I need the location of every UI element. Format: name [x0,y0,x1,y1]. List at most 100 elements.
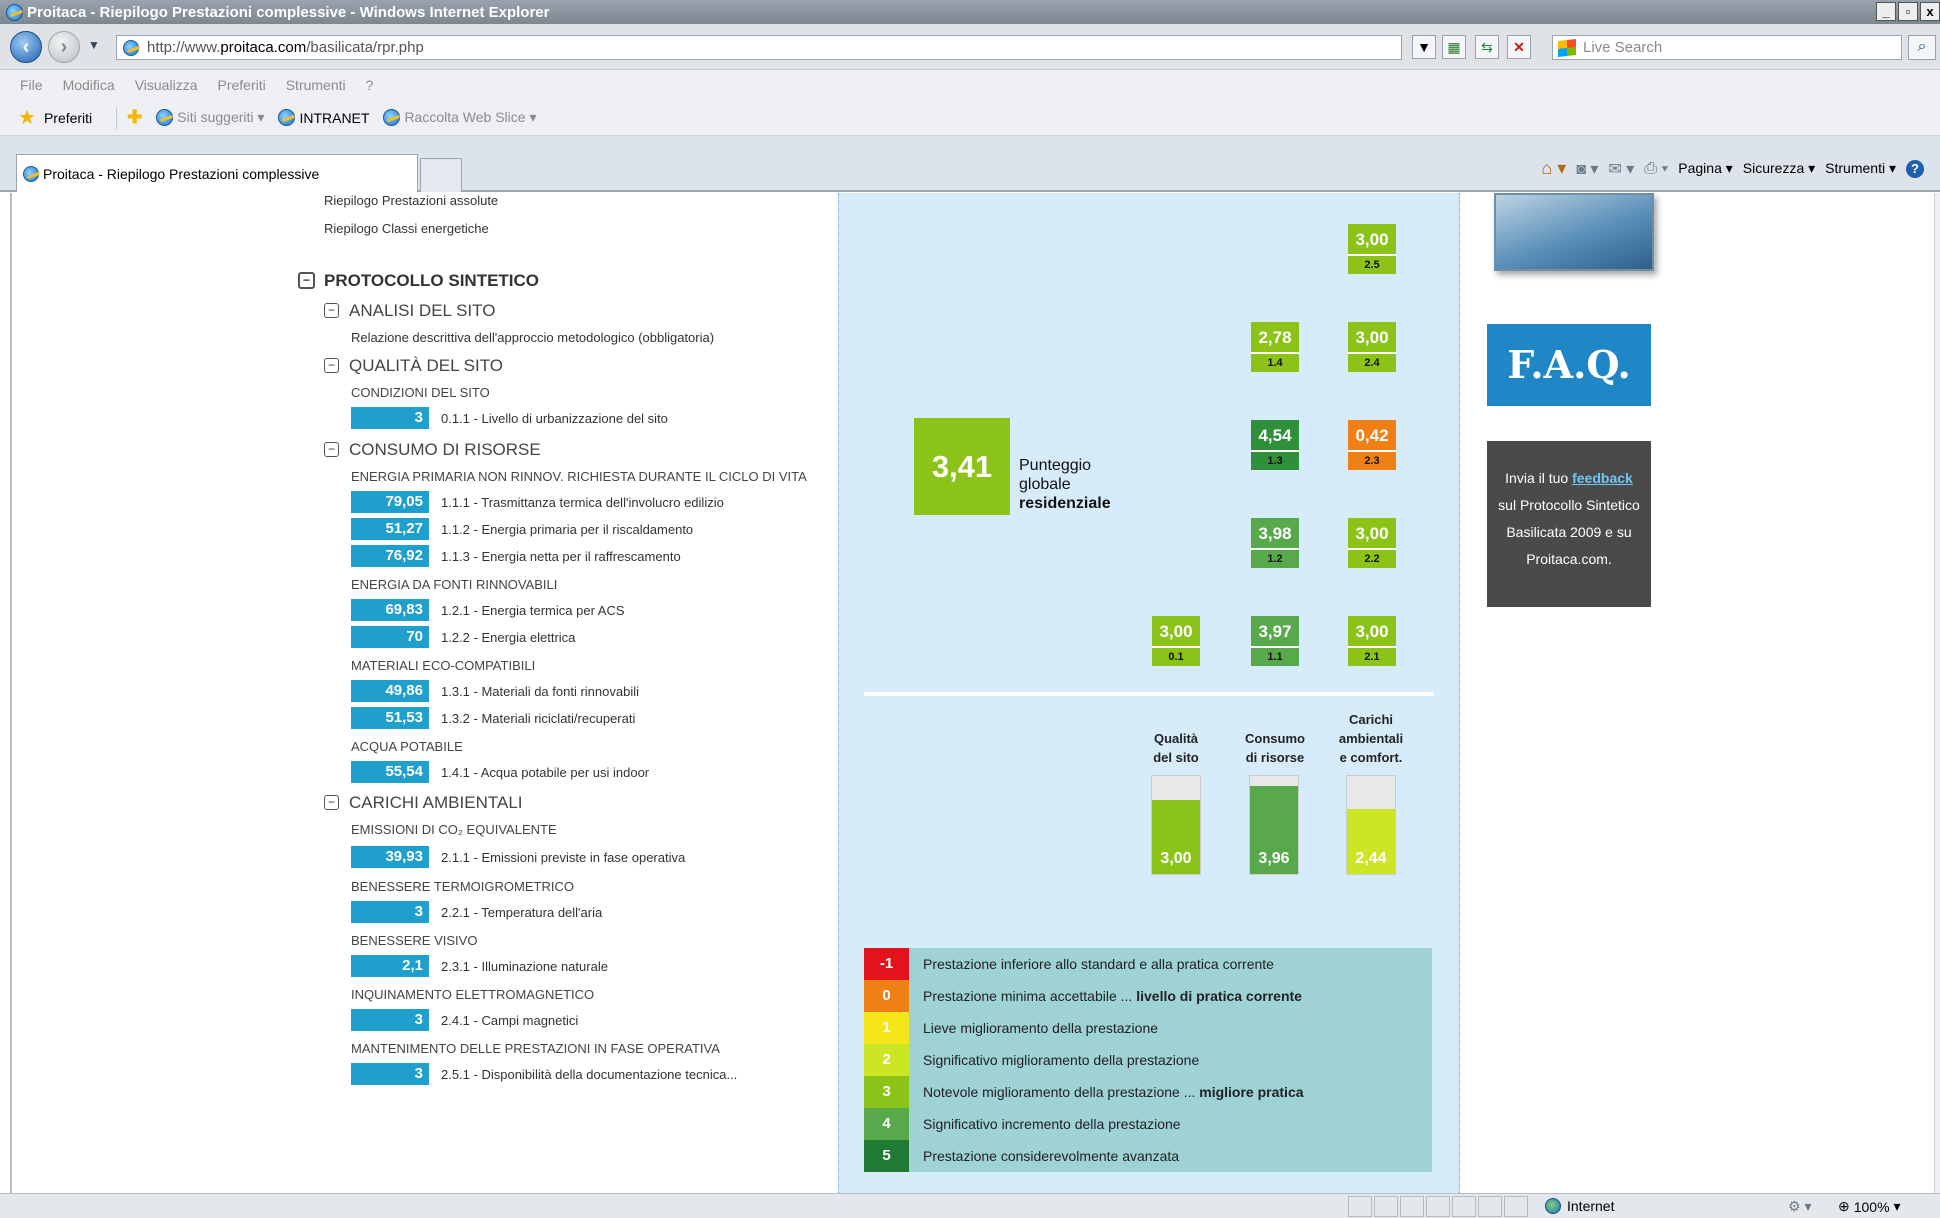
collapse-consumo-icon[interactable]: − [324,442,339,457]
link-prestazioni-assolute[interactable]: Riepilogo Prestazioni assolute [324,193,498,208]
row-label: 1.3.2 - Materiali riciclati/recuperati [441,710,636,726]
mail-icon[interactable]: ✉ ▾ [1608,159,1634,179]
legend-row: 1 Lieve miglioramento della prestazione [864,1011,1432,1044]
browser-window: Proitaca - Riepilogo Prestazioni comples… [0,0,1940,1218]
minimize-button[interactable]: _ [1876,2,1896,21]
list-item[interactable]: 69,83 1.2.1 - Energia termica per ACS [351,599,625,621]
search-input[interactable]: Live Search [1552,35,1902,60]
row-label: 2.4.1 - Campi magnetici [441,1012,579,1028]
score-1-4[interactable]: 2,78 1.4 [1251,322,1299,372]
list-item[interactable]: 55,54 1.4.1 - Acqua potabile per usi indo… [351,761,649,783]
menu-modifica[interactable]: Modifica [63,77,115,93]
home-icon[interactable]: ⌂ ▾ [1541,158,1566,179]
favorites-button[interactable]: ★ Preferiti [18,105,92,130]
close-button[interactable]: x [1920,2,1940,21]
compatibility-view-icon[interactable]: ▦ [1442,35,1466,59]
fav-siti-suggeriti[interactable]: Siti suggeriti ▾ [156,109,264,126]
legend-row: 2 Significativo miglioramento della prest… [864,1043,1432,1076]
security-zone[interactable]: Internet [1545,1198,1614,1214]
ie-logo-icon [383,109,401,126]
publication-cover-image[interactable] [1494,193,1654,271]
add-favorite-button[interactable]: ✚ [127,107,142,128]
sub-visivo: BENESSERE VISIVO [351,933,478,948]
faq-button[interactable]: F.A.Q. [1487,324,1651,406]
section-analisi[interactable]: ANALISI DEL SITO [349,301,495,321]
score-2-3[interactable]: 0,42 2.3 [1348,420,1396,470]
list-item[interactable]: 70 1.2.2 - Energia elettrica [351,626,575,648]
row-label: 1.1.2 - Energia primaria per il riscalda… [441,521,694,537]
list-item[interactable]: 79,05 1.1.1 - Trasmittanza termica dell'i… [351,491,724,513]
value-badge: 69,83 [351,599,429,621]
score-2-5[interactable]: 3,00 2.5 [1348,224,1396,274]
url-domain: proitaca.com [220,39,307,56]
score-legend: -1 Prestazione inferiore allo standard e … [864,947,1432,1172]
maximize-button[interactable]: ▫ [1898,2,1918,21]
list-item[interactable]: 3 2.4.1 - Campi magnetici [351,1009,578,1031]
list-item[interactable]: 3 0.1.1 - Livello di urbanizzazione del s… [351,407,668,429]
sub-acqua: ACQUA POTABILE [351,739,463,754]
help-icon[interactable]: ? [1906,159,1924,178]
refresh-icon[interactable]: ⇆ [1475,35,1499,59]
favorites-separator [116,106,118,129]
fav-web-slice[interactable]: Raccolta Web Slice ▾ [383,109,536,126]
score-1-3[interactable]: 4,54 1.3 [1251,420,1299,470]
forward-button[interactable]: › [48,31,80,63]
menu-help[interactable]: ? [366,77,374,93]
address-field[interactable]: http://www. proitaca.com/basilicata/rpr.p… [116,35,1402,60]
list-item[interactable]: 49,86 1.3.1 - Materiali da fonti rinnovab… [351,680,639,702]
zoom-control[interactable]: ⊕ 100% ▾ [1838,1198,1901,1215]
menu-strumenti-cmd[interactable]: Strumenti ▾ [1825,160,1896,177]
value-badge: 39,93 [351,846,429,868]
page-content: Riepilogo Prestazioni assolute Riepilogo… [12,193,1934,1193]
back-button[interactable]: ‹ [10,31,42,63]
legend-row: 5 Prestazione considerevolmente avanzata [864,1139,1432,1172]
tab-active[interactable]: Proitaca - Riepilogo Prestazioni comples… [16,154,418,192]
list-item[interactable]: 51,27 1.1.2 - Energia primaria per il ris… [351,518,693,540]
section-qualita[interactable]: QUALITÀ DEL SITO [349,356,503,376]
list-item[interactable]: 76,92 1.1.3 - Energia netta per il raffre… [351,545,681,567]
status-cell [1452,1196,1476,1217]
score-1-1[interactable]: 3,97 1.1 [1251,616,1299,666]
menu-sicurezza[interactable]: Sicurezza ▾ [1743,160,1815,177]
list-item[interactable]: 3 2.2.1 - Temperatura dell'aria [351,901,602,923]
list-item[interactable]: 2,1 2.3.1 - Illuminazione naturale [351,955,608,977]
section-consumo[interactable]: CONSUMO DI RISORSE [349,440,541,460]
value-badge: 79,05 [351,491,429,513]
history-dropdown-icon[interactable]: ▼ [88,38,100,52]
score-0-1[interactable]: 3,00 0.1 [1152,616,1200,666]
new-tab-button[interactable] [420,158,462,192]
search-icon[interactable]: ⌕ [1908,35,1936,60]
menu-strumenti[interactable]: Strumenti [286,77,346,93]
status-cell [1478,1196,1502,1217]
row-label: 0.1.1 - Livello di urbanizzazione del si… [441,410,668,426]
collapse-protocollo-icon[interactable]: − [298,272,315,289]
print-icon[interactable]: ⎙ ▾ [1644,160,1668,178]
section-carichi[interactable]: CARICHI AMBIENTALI [349,793,523,813]
list-item[interactable]: 3 2.5.1 - Disponibilità della documentazi… [351,1063,737,1085]
link-classi-energetiche[interactable]: Riepilogo Classi energetiche [324,221,489,236]
vertical-scrollbar[interactable] [1934,193,1940,1193]
score-2-4[interactable]: 3,00 2.4 [1348,322,1396,372]
menu-file[interactable]: File [20,77,43,93]
address-dropdown-icon[interactable]: ▼ [1412,35,1436,59]
menu-visualizza[interactable]: Visualizza [135,77,198,93]
score-2-2[interactable]: 3,00 2.2 [1348,518,1396,568]
collapse-analisi-icon[interactable]: − [324,303,339,318]
score-1-2[interactable]: 3,98 1.2 [1251,518,1299,568]
list-item[interactable]: 51,53 1.3.2 - Materiali riciclati/recuper… [351,707,635,729]
collapse-carichi-icon[interactable]: − [324,795,339,810]
stop-icon[interactable]: ✕ [1507,35,1531,59]
value-badge: 3 [351,1009,429,1031]
list-item[interactable]: 39,93 2.1.1 - Emissioni previste in fase … [351,846,685,868]
menu-pagina[interactable]: Pagina ▾ [1678,160,1733,177]
feedback-link[interactable]: feedback [1572,470,1633,486]
score-2-1[interactable]: 3,00 2.1 [1348,616,1396,666]
menu-preferiti[interactable]: Preferiti [217,77,265,93]
status-cell [1348,1196,1372,1217]
feeds-icon[interactable]: ◙ ▾ [1576,159,1598,179]
legend-row: -1 Prestazione inferiore allo standard e … [864,947,1432,980]
protected-mode-icon[interactable]: ⚙ ▾ [1788,1198,1811,1215]
fav-intranet[interactable]: INTRANET [278,109,369,126]
collapse-qualita-icon[interactable]: − [324,358,339,373]
analisi-description[interactable]: Relazione descrittiva dell'approccio met… [351,330,714,345]
